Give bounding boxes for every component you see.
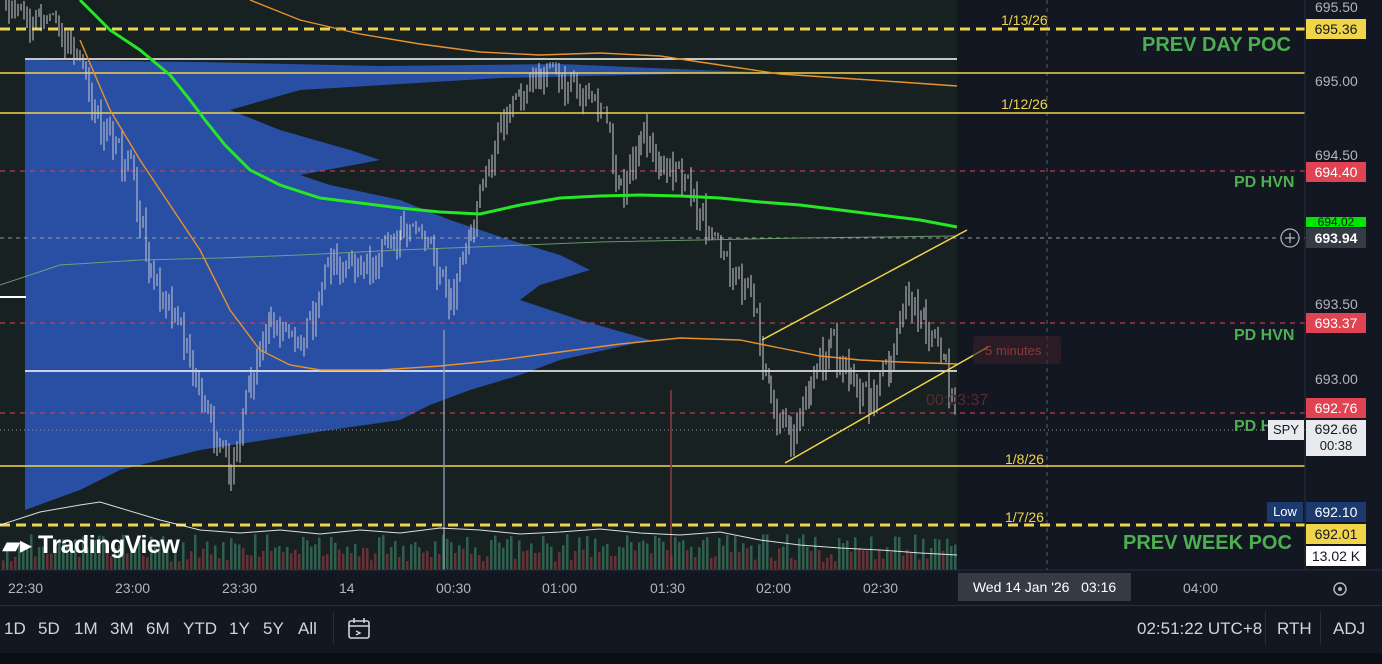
tradingview-logo: ▰▸ TradingView [2,531,180,561]
timezone-clock[interactable]: 02:51:22 UTC+8 [1137,616,1262,642]
pd-hvn-label-2: PD HVN [1234,327,1295,344]
time-axis-label: 02:30 [863,580,899,596]
symbol-tag: SPY [1268,420,1304,440]
toolbar-separator [1265,612,1266,644]
range-6m-button[interactable]: 6M [146,616,170,642]
prev-day-poc-price-tag: 695.36 [1306,19,1366,39]
low-price-tag: 692.10 [1306,502,1366,522]
prev-week-poc-price-tag: 692.01 [1306,524,1366,544]
time-axis-label: 00:30 [436,580,472,596]
date-label-0: 1/13/26 [1001,12,1048,28]
price-axis-label: 693.00 [1315,371,1358,387]
time-axis-label: 23:00 [115,580,151,596]
crosshair-time-tag: Wed 14 Jan '26 03:16 [958,573,1131,601]
interval-overlay: 5 minutes [985,343,1042,358]
time-axis-label: 22:30 [8,580,44,596]
range-all-button[interactable]: All [298,616,317,642]
price-axis-label: 695.50 [1315,0,1358,15]
toolbar-separator [333,612,334,644]
adjust-toggle[interactable]: ADJ [1333,616,1365,642]
brand-name: TradingView [37,531,180,559]
ma-price-tag: 694.02 [1306,217,1366,227]
price-axis-label: 694.50 [1315,147,1358,163]
tv-logo-icon: ▰▸ [2,532,32,559]
range-1y-button[interactable]: 1Y [229,616,250,642]
range-5d-button[interactable]: 5D [38,616,60,642]
pd-hvn-label-3: PD H [1234,418,1273,435]
price-chart[interactable]: 5 minutes 00:03:37 [0,0,1382,664]
time-axis-label: 01:00 [542,580,578,596]
low-label-tag: Low [1267,502,1303,522]
range-1d-button[interactable]: 1D [4,616,26,642]
session-toggle[interactable]: RTH [1277,616,1312,642]
pd-hvn-label-1: PD HVN [1234,174,1295,191]
date-label-3: 1/7/26 [1005,509,1044,525]
time-axis-label: 01:30 [650,580,686,596]
prev-week-poc-label: PREV WEEK POC [1123,532,1292,554]
bottom-strip [0,653,1382,664]
price-axis-label: 695.00 [1315,73,1358,89]
crosshair-price-tag: 693.94 [1306,228,1366,248]
last-price-value: 692.66 [1314,421,1358,437]
range-ytd-button[interactable]: YTD [183,616,217,642]
price-axis-label: 693.50 [1315,296,1358,312]
goto-date-calendar-icon[interactable] [346,616,372,642]
bar-timer-overlay: 00:03:37 [926,392,988,409]
time-axis-label: 02:00 [756,580,792,596]
time-axis-label: 23:30 [222,580,258,596]
range-3m-button[interactable]: 3M [110,616,134,642]
date-label-1: 1/12/26 [1001,96,1048,112]
pd-hvn-price-tag-1: 694.40 [1306,162,1366,182]
pd-hvn-price-tag-2: 693.37 [1306,313,1366,333]
date-label-2: 1/8/26 [1005,451,1044,467]
last-price-tag: 692.66 00:38 [1306,420,1366,456]
time-axis-label: 14 [339,580,355,596]
toolbar-separator [1320,612,1321,644]
volume-tag: 13.02 K [1306,546,1366,566]
time-axis-label: 04:00 [1183,580,1219,596]
prev-day-poc-label: PREV DAY POC [1142,34,1291,56]
bar-countdown: 00:38 [1319,438,1353,453]
red-level-price-tag: 692.76 [1306,398,1366,418]
range-1m-button[interactable]: 1M [74,616,98,642]
range-5y-button[interactable]: 5Y [263,616,284,642]
